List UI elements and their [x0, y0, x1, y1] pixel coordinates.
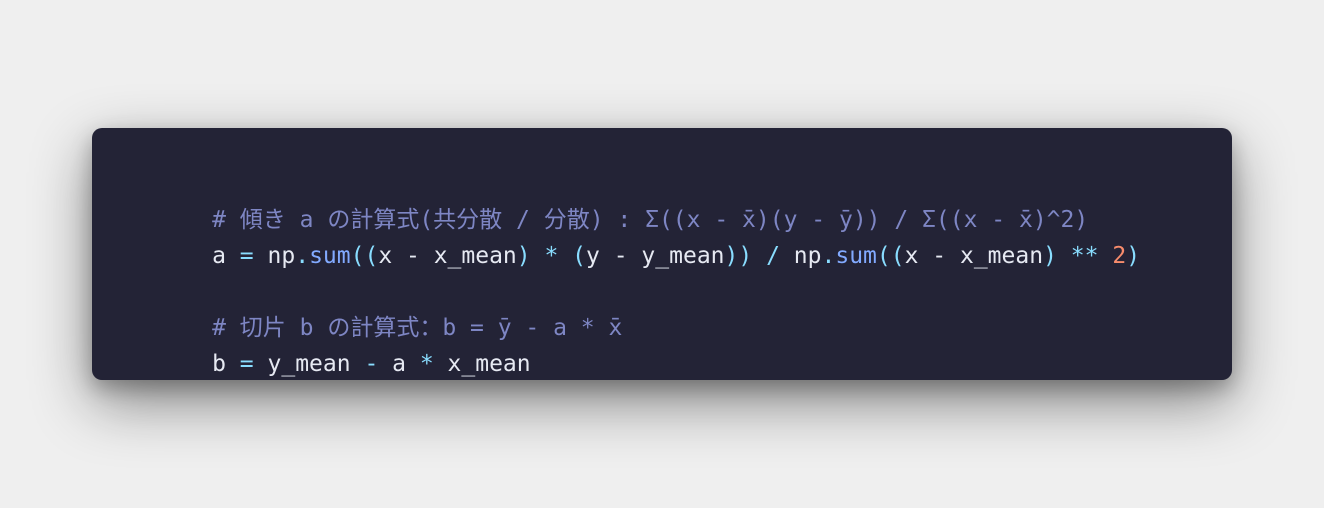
code-token: sum: [835, 243, 877, 269]
code-token: a: [392, 351, 406, 377]
code-token: ): [1126, 243, 1141, 269]
code-token: 2: [1112, 243, 1127, 269]
code-token: .: [821, 243, 836, 269]
code-token: sum: [309, 243, 351, 269]
code-line-4: # 切片 b の計算式：b = ȳ - a * x̄: [129, 274, 1232, 341]
code-token: x_mean: [447, 351, 531, 377]
code-token: x - x_mean: [378, 243, 517, 269]
code-comment: # 切片 b の計算式：b = ȳ - a * x̄: [212, 315, 623, 341]
code-token: ) * (: [516, 243, 587, 269]
code-token: b: [212, 351, 226, 377]
code-token: =: [225, 243, 268, 269]
code-comment: # 傾き a の計算式(共分散 / 分散) : Σ((x - x̄)(y - ȳ…: [212, 207, 1089, 233]
code-token: .: [295, 243, 310, 269]
code-token: a: [212, 243, 226, 269]
code-token: y - y_mean: [586, 243, 725, 269]
code-token: np: [267, 243, 296, 269]
code-token: np: [793, 243, 822, 269]
code-token: =: [225, 351, 268, 377]
code-token: -: [350, 351, 393, 377]
code-line-1: # 傾き a の計算式(共分散 / 分散) : Σ((x - x̄)(y - ȳ…: [129, 166, 1232, 233]
code-token: ) **: [1043, 243, 1113, 269]
code-block: # 傾き a の計算式(共分散 / 分散) : Σ((x - x̄)(y - ȳ…: [92, 128, 1232, 380]
code-token: ((: [350, 243, 379, 269]
code-token: *: [406, 351, 448, 377]
page-background: # 傾き a の計算式(共分散 / 分散) : Σ((x - x̄)(y - ȳ…: [0, 0, 1324, 508]
code-token: ((: [876, 243, 905, 269]
code-token: y_mean: [267, 351, 351, 377]
code-token: x - x_mean: [904, 243, 1044, 269]
code-token: )) /: [724, 243, 794, 269]
